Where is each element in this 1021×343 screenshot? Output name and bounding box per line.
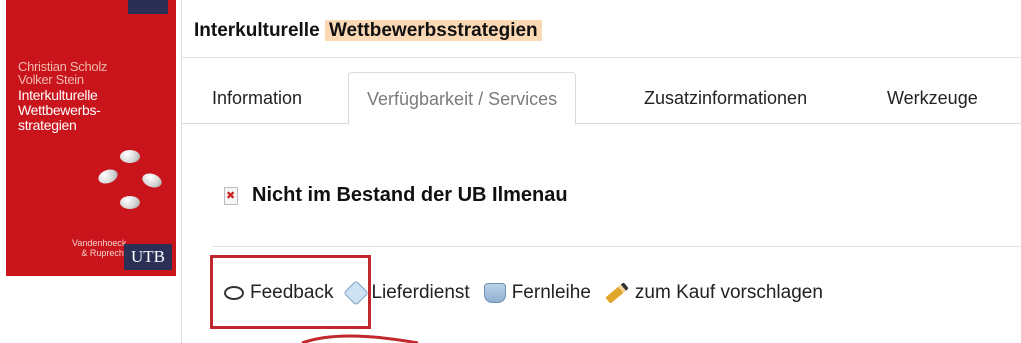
pencil-icon [605, 282, 629, 304]
pill-shape [140, 170, 164, 191]
cover-pills-illustration [90, 140, 170, 220]
pill-shape [96, 166, 120, 187]
cover-top-bar [128, 0, 168, 14]
lieferdienst-label: Lieferdienst [371, 282, 470, 303]
pill-shape [120, 150, 140, 163]
pill-shape [120, 196, 140, 209]
cover-author-2: Volker Stein [18, 72, 84, 87]
availability-text: Nicht im Bestand der UB Ilmenau [252, 184, 568, 206]
purchase-suggestion-link[interactable]: zum Kauf vorschlagen [605, 282, 823, 304]
cover-title: Interkulturelle Wettbewerbs- strategien [18, 88, 101, 133]
section-divider [212, 246, 1021, 247]
tab-information[interactable]: Information [212, 72, 302, 124]
record-title-highlight: Wettbewerbsstrategien [324, 20, 542, 41]
annotation-arrow [301, 334, 419, 343]
cover-title-line-2: Wettbewerbs- [18, 102, 101, 118]
cover-publisher-line-2: & Ruprecht [81, 248, 127, 258]
fernleihe-link[interactable]: Fernleihe [483, 282, 591, 304]
tab-additional-information[interactable]: Zusatzinformationen [644, 72, 807, 124]
record-title-plain: Interkulturelle [194, 20, 320, 41]
hand-book-icon [483, 283, 506, 303]
availability-status: Nicht im Bestand der UB Ilmenau [224, 184, 568, 207]
utb-logo: UTB [124, 244, 172, 270]
cover-title-line-1: Interkulturelle [18, 87, 98, 103]
fernleihe-label: Fernleihe [511, 282, 591, 303]
cover-publisher-line-1: Vandenhoeck [72, 238, 127, 248]
purchase-suggestion-label: zum Kauf vorschlagen [634, 282, 823, 303]
record-title-row: Interkulturelle Wettbewerbsstrategien [182, 0, 1021, 58]
unavailable-icon [224, 186, 238, 205]
tab-availability-services[interactable]: Verfügbarkeit / Services [348, 72, 577, 125]
cover-title-line-3: strategien [18, 117, 77, 133]
record-title: Interkulturelle Wettbewerbsstrategien [194, 20, 542, 42]
cover-publisher: Vandenhoeck & Ruprecht [72, 238, 126, 258]
tab-tools[interactable]: Werkzeuge [887, 72, 978, 124]
tab-bar: Information Verfügbarkeit / Services Zus… [182, 72, 1021, 125]
book-cover: Christian Scholz Volker Stein Interkultu… [6, 0, 176, 276]
cover-authors: Christian Scholz Volker Stein [18, 60, 107, 86]
feedback-annotation-box [210, 255, 371, 329]
